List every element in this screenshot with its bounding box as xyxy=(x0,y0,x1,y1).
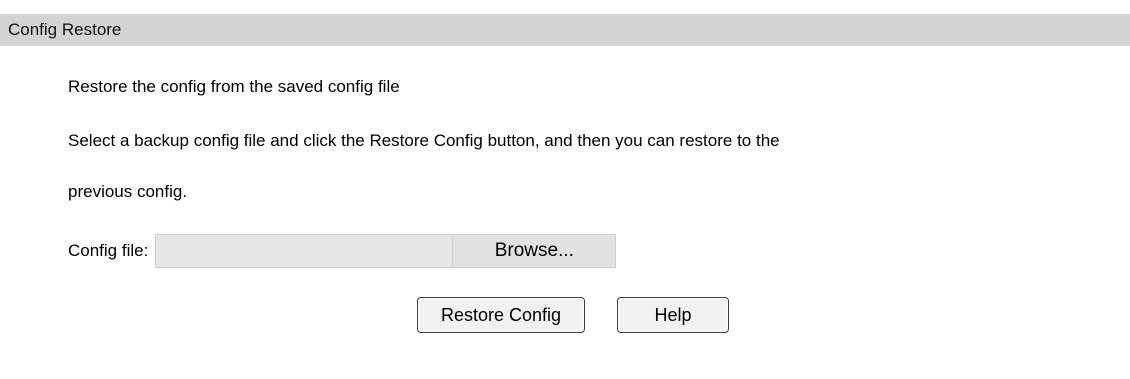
config-file-label: Config file: xyxy=(68,241,149,260)
config-file-picker[interactable]: Browse... xyxy=(155,234,617,268)
browse-button[interactable]: Browse... xyxy=(452,234,617,268)
restore-description-line-2: previous config. xyxy=(68,182,188,201)
config-file-row: Config file: Browse... xyxy=(68,233,617,269)
section-title: Config Restore xyxy=(8,20,122,39)
section-header: Config Restore xyxy=(0,14,1130,46)
help-button[interactable]: Help xyxy=(617,297,729,333)
restore-description-line-1: Select a backup config file and click th… xyxy=(68,131,780,150)
restore-heading: Restore the config from the saved config… xyxy=(68,77,400,96)
restore-config-button[interactable]: Restore Config xyxy=(417,297,585,333)
config-file-path-field[interactable] xyxy=(155,234,453,268)
